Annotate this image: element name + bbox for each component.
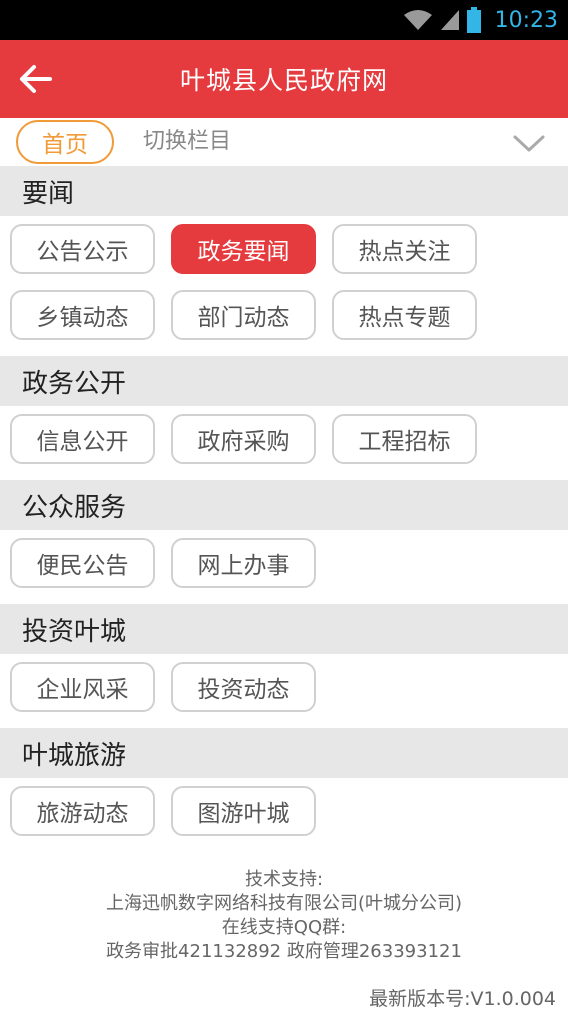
footer: 技术支持: 上海迅帆数字网络科技有限公司(叶城分公司) 在线支持QQ群: 政务审… (0, 852, 568, 964)
chip-group: 旅游动态 图游叶城 (0, 778, 568, 852)
section-header: 叶城旅游 (0, 728, 568, 778)
version-label: 最新版本号:V1.0.004 (369, 988, 556, 1010)
tab-switch-column[interactable]: 切换栏目 (143, 124, 231, 160)
chevron-down-icon[interactable] (512, 128, 546, 156)
arrow-left-icon (20, 65, 52, 93)
chip-item[interactable]: 工程招标 (332, 414, 477, 464)
chip-item[interactable]: 信息公开 (10, 414, 155, 464)
chip-item[interactable]: 乡镇动态 (10, 290, 155, 340)
section-header: 要闻 (0, 166, 568, 216)
chip-group: 信息公开 政府采购 工程招标 (0, 406, 568, 480)
chip-item[interactable]: 政府采购 (171, 414, 316, 464)
tab-home[interactable]: 首页 (16, 120, 114, 164)
footer-company: 上海迅帆数字网络科技有限公司(叶城分公司) (105, 893, 463, 914)
footer-support-label: 技术支持: (244, 869, 324, 890)
chip-item[interactable]: 网上办事 (171, 538, 316, 588)
chip-group: 公告公示 政务要闻 热点关注 乡镇动态 部门动态 热点专题 (0, 216, 568, 356)
chip-item[interactable]: 公告公示 (10, 224, 155, 274)
chip-item[interactable]: 旅游动态 (10, 786, 155, 836)
wifi-icon (403, 10, 432, 30)
chip-item[interactable]: 热点关注 (332, 224, 477, 274)
chip-item[interactable]: 便民公告 (10, 538, 155, 588)
chip-item[interactable]: 图游叶城 (171, 786, 316, 836)
chip-item[interactable]: 部门动态 (171, 290, 316, 340)
chip-group: 便民公告 网上办事 (0, 530, 568, 604)
footer-qq-label: 在线支持QQ群: (221, 917, 347, 938)
status-bar: 10:23 (0, 0, 568, 40)
chip-item[interactable]: 企业风采 (10, 662, 155, 712)
footer-qq-groups: 政务审批421132892 政府管理263393121 (106, 941, 462, 962)
battery-icon (466, 7, 481, 33)
tab-row: 首页 切换栏目 (0, 118, 568, 166)
section-header: 公众服务 (0, 480, 568, 530)
app-bar: 叶城县人民政府网 (0, 40, 568, 118)
page-title: 叶城县人民政府网 (179, 66, 388, 95)
back-button[interactable] (14, 58, 56, 100)
section-header: 政务公开 (0, 356, 568, 406)
chip-item[interactable]: 投资动态 (171, 662, 316, 712)
signal-icon (440, 10, 459, 30)
chip-group: 企业风采 投资动态 (0, 654, 568, 728)
chip-item-active[interactable]: 政务要闻 (171, 224, 316, 274)
status-icons: 10:23 (403, 0, 558, 40)
chip-item[interactable]: 热点专题 (332, 290, 477, 340)
status-time: 10:23 (494, 7, 558, 33)
section-header: 投资叶城 (0, 604, 568, 654)
